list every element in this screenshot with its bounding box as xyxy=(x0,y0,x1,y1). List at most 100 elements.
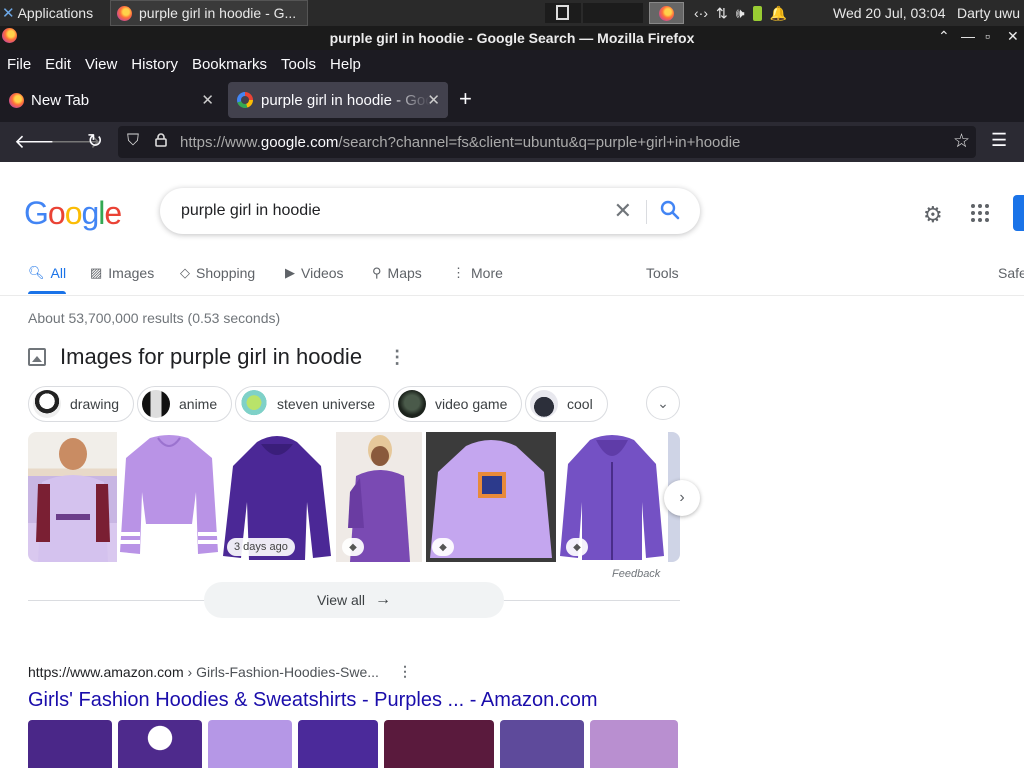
image-result[interactable]: ◆ xyxy=(336,432,422,562)
image-result[interactable]: 3 days ago xyxy=(221,432,333,562)
volume-icon[interactable]: 🕪 xyxy=(736,5,745,22)
firefox-launcher[interactable] xyxy=(649,2,684,24)
notification-bell-icon[interactable]: 🔔 xyxy=(770,5,787,22)
image-result[interactable] xyxy=(28,432,117,562)
tab-google-search[interactable]: purple girl in hoodie - Google Search ✕ xyxy=(228,82,448,118)
chip-video-game[interactable]: video game xyxy=(393,386,523,422)
apps-grid-icon[interactable] xyxy=(971,204,989,222)
more-options-icon[interactable]: ⋮ xyxy=(388,347,406,368)
workspace-2[interactable] xyxy=(583,3,643,23)
shade-icon[interactable]: ⌃ xyxy=(938,28,950,45)
chip-drawing[interactable]: drawing xyxy=(28,386,135,422)
tab-maps[interactable]: ⚲ Maps xyxy=(372,265,422,281)
search-box[interactable]: purple girl in hoodie ✕ xyxy=(160,188,700,234)
tab-bar: New Tab ✕ purple girl in hoodie - Google… xyxy=(0,78,1024,122)
logo-letter: o xyxy=(47,195,66,231)
user-name[interactable]: Darty uwu xyxy=(957,5,1020,21)
map-pin-icon: ⚲ xyxy=(372,265,382,280)
search-query[interactable]: purple girl in hoodie xyxy=(181,202,321,220)
tab-new-tab[interactable]: New Tab ✕ xyxy=(0,82,222,118)
battery-icon[interactable] xyxy=(752,5,762,21)
image-results-strip: 3 days ago ◆ ◆ ◆ xyxy=(28,432,680,562)
image-result[interactable]: ◆ xyxy=(560,432,664,562)
menu-help[interactable]: Help xyxy=(330,56,361,73)
images-heading[interactable]: Images for purple girl in hoodie xyxy=(60,344,362,370)
view-all-button[interactable]: View all → xyxy=(204,582,504,618)
new-tab-plus-icon[interactable]: + xyxy=(459,86,472,112)
navigation-toolbar: 🡐 🡒 ↻ ⛉ https://www. google.com/search?ch… xyxy=(0,122,1024,162)
result-thumbnail[interactable] xyxy=(298,720,378,768)
logo-letter: g xyxy=(81,195,99,231)
result-cite[interactable]: https://www.amazon.com › Girls-Fashion-H… xyxy=(28,663,412,680)
menu-history[interactable]: History xyxy=(131,56,178,73)
xfce-icon: ✕ xyxy=(2,5,15,22)
applications-menu[interactable]: ✕ Applications xyxy=(0,0,112,26)
workspace-1[interactable] xyxy=(545,3,581,23)
chip-thumb xyxy=(142,390,170,418)
menu-file[interactable]: File xyxy=(7,56,31,73)
close-tab-icon[interactable]: ✕ xyxy=(201,91,214,109)
maximize-icon[interactable]: ▫ xyxy=(985,28,990,44)
url-prefix: https://www. xyxy=(180,133,261,151)
chevron-right-icon[interactable]: › xyxy=(664,480,700,516)
arrow-right-icon: → xyxy=(375,591,391,608)
lock-icon[interactable] xyxy=(155,133,167,147)
tab-all[interactable]: 🔍︎ All xyxy=(28,265,66,281)
result-thumbnail[interactable] xyxy=(500,720,584,768)
result-options-icon[interactable]: ⋮ xyxy=(398,663,412,680)
crop-hoodie-picture xyxy=(120,435,218,554)
result-thumbnail[interactable] xyxy=(384,720,494,768)
chip-thumb xyxy=(33,390,61,418)
settings-gear-icon[interactable]: ⚙ xyxy=(923,202,943,228)
close-window-icon[interactable]: ✕ xyxy=(1007,28,1019,45)
result-thumbnail[interactable] xyxy=(208,720,292,768)
image-result[interactable] xyxy=(120,432,218,562)
tab-shopping[interactable]: ◇ Shopping xyxy=(180,265,255,281)
chip-steven-universe[interactable]: steven universe xyxy=(235,386,391,422)
image-icon: ▨ xyxy=(90,265,103,280)
sign-in-button[interactable] xyxy=(1013,195,1024,231)
menu-tools[interactable]: Tools xyxy=(281,56,316,73)
applications-label: Applications xyxy=(17,5,94,21)
result-title-link[interactable]: Girls' Fashion Hoodies & Sweatshirts - P… xyxy=(28,689,598,712)
tab-images[interactable]: ▨ Images xyxy=(90,265,154,281)
minimize-icon[interactable]: — xyxy=(961,28,975,44)
chip-thumb xyxy=(240,390,268,418)
menu-bookmarks[interactable]: Bookmarks xyxy=(192,56,267,73)
result-thumbnail[interactable] xyxy=(28,720,112,768)
reload-icon[interactable]: ↻ xyxy=(87,130,103,153)
chip-anime[interactable]: anime xyxy=(137,386,233,422)
tab-label: New Tab xyxy=(31,91,90,109)
system-tray: ‹·› ⇅ 🕪 🔔 xyxy=(694,0,787,26)
bookmark-star-icon[interactable]: ☆ xyxy=(953,130,970,153)
network-arrows-icon[interactable]: ‹·› xyxy=(694,5,708,21)
clear-icon[interactable]: ✕ xyxy=(614,198,632,224)
images-section-header: Images for purple girl in hoodie ⋮ xyxy=(28,344,406,370)
play-icon: ▶ xyxy=(285,265,295,280)
clock[interactable]: Wed 20 Jul, 03:04 xyxy=(833,5,946,21)
result-thumbnail[interactable] xyxy=(118,720,202,768)
tools-button[interactable]: Tools xyxy=(646,265,679,281)
transfer-icon[interactable]: ⇅ xyxy=(716,5,728,22)
chip-cool[interactable]: cool xyxy=(525,386,608,422)
firefox-icon xyxy=(117,5,132,21)
menu-edit[interactable]: Edit xyxy=(45,56,71,73)
close-tab-icon[interactable]: ✕ xyxy=(427,91,440,109)
result-stats: About 53,700,000 results (0.53 seconds) xyxy=(28,310,281,326)
tab-videos[interactable]: ▶ Videos xyxy=(285,265,344,281)
google-logo[interactable]: Google xyxy=(24,195,122,232)
feedback-link[interactable]: Feedback xyxy=(612,568,660,580)
taskbar-window-button[interactable]: purple girl in hoodie - G... xyxy=(110,0,308,26)
address-bar[interactable]: ⛉ https://www. google.com/search?channel=… xyxy=(118,126,976,158)
hamburger-menu-icon[interactable]: ☰ xyxy=(991,130,1007,151)
cite-domain: https://www.amazon.com xyxy=(28,664,184,680)
safesearch-button[interactable]: Safe xyxy=(998,265,1024,281)
search-icon[interactable] xyxy=(660,200,680,220)
result-thumbnail[interactable] xyxy=(590,720,678,768)
image-result[interactable]: ◆ xyxy=(426,432,556,562)
tracking-shield-icon[interactable]: ⛉ xyxy=(127,132,139,150)
tab-more[interactable]: ⋮ More xyxy=(452,265,503,281)
shopping-tag-icon: ◆ xyxy=(432,538,454,556)
menu-view[interactable]: View xyxy=(85,56,117,73)
chevron-down-icon[interactable]: ⌄ xyxy=(646,386,680,420)
